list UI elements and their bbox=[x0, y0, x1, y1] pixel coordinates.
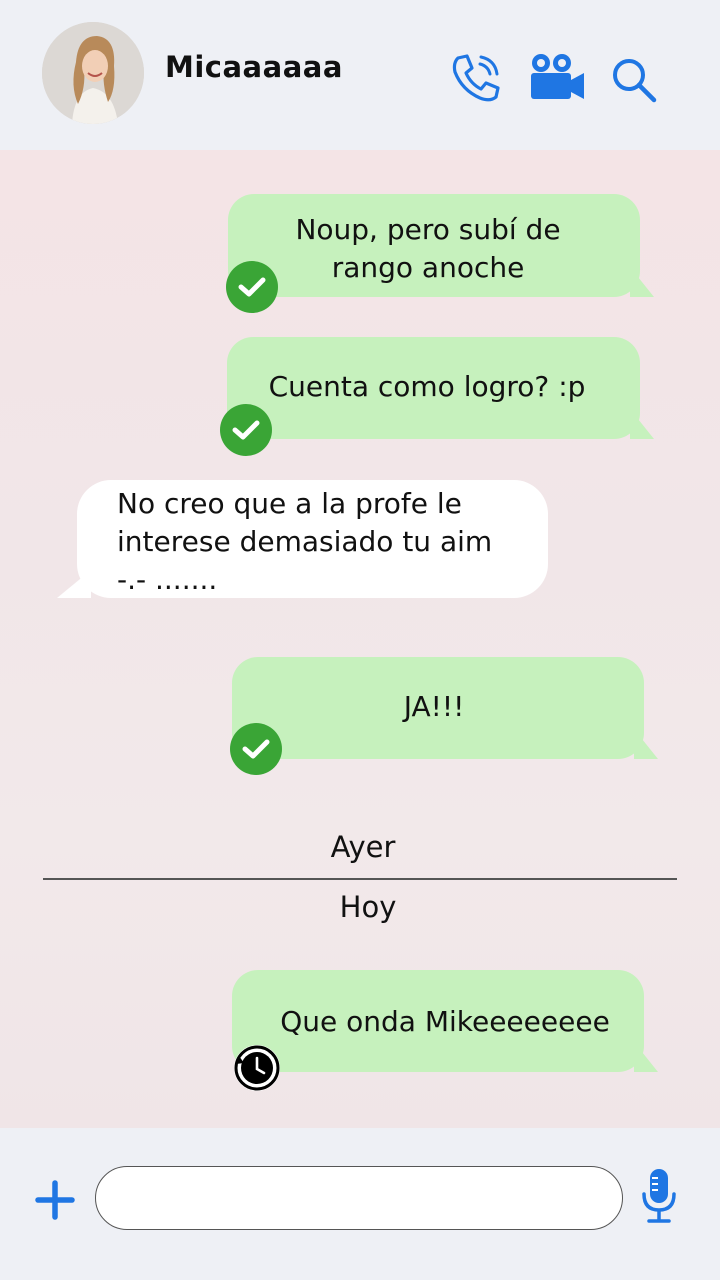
search-icon[interactable] bbox=[610, 56, 658, 108]
message-bubble-outgoing[interactable]: Que onda Mikeeeeeeee bbox=[232, 970, 658, 1072]
date-divider-current: Hoy bbox=[339, 890, 397, 924]
message-line: JA!!! bbox=[403, 690, 465, 723]
message-line: Que onda Mikeeeeeeee bbox=[280, 1005, 610, 1038]
contact-name[interactable]: Micaaaaaa bbox=[165, 50, 343, 84]
avatar-photo bbox=[42, 22, 144, 124]
message-bubble-incoming[interactable]: No creo que a la profe le interese demas… bbox=[57, 480, 548, 598]
date-divider-line bbox=[43, 878, 677, 880]
pending-clock-icon bbox=[231, 1042, 283, 1098]
message-bubble-outgoing[interactable]: Noup, pero subí de rango anoche bbox=[228, 194, 654, 297]
message-line: rango anoche bbox=[331, 251, 525, 284]
chat-header: Micaaaaaa bbox=[0, 0, 720, 150]
message-line: interese demasiado tu aim bbox=[117, 525, 493, 558]
date-divider-previous: Ayer bbox=[330, 830, 396, 864]
message-input[interactable] bbox=[95, 1166, 623, 1230]
add-attachment-icon[interactable] bbox=[35, 1180, 75, 1224]
sent-check-icon bbox=[226, 261, 278, 313]
phone-call-icon[interactable] bbox=[450, 52, 502, 108]
message-line: No creo que a la profe le bbox=[117, 487, 462, 520]
sent-check-icon bbox=[220, 404, 272, 456]
message-bubble-outgoing[interactable]: JA!!! bbox=[232, 657, 658, 759]
video-camera-icon[interactable] bbox=[528, 52, 586, 106]
message-line: -.- ....... bbox=[117, 563, 218, 595]
message-line: Cuenta como logro? :p bbox=[268, 370, 586, 403]
sent-check-icon bbox=[230, 723, 282, 775]
avatar[interactable] bbox=[42, 22, 144, 124]
message-line: Noup, pero subí de bbox=[295, 213, 561, 246]
microphone-icon[interactable] bbox=[640, 1166, 678, 1230]
message-bubble-outgoing[interactable]: Cuenta como logro? :p bbox=[227, 337, 654, 439]
